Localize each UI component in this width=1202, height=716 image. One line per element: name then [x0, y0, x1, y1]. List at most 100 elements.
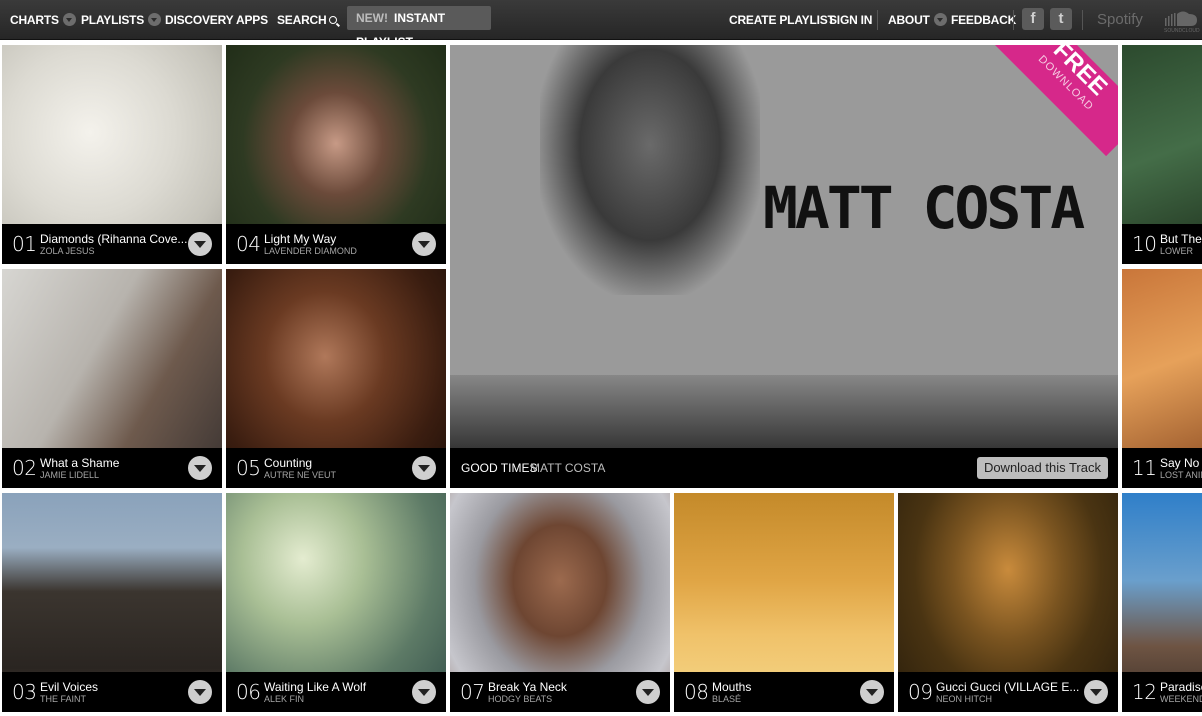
track-tile[interactable]: 05 Counting AUTRE NE VEUT [226, 269, 446, 488]
track-artist[interactable]: JAMIE LIDELL [40, 470, 99, 481]
track-tile[interactable]: 12 Paradise WEEKEND [1122, 493, 1202, 712]
dropdown-arrow-icon[interactable] [860, 680, 884, 704]
chevron-down-icon [62, 13, 76, 27]
track-number: 01 [12, 232, 37, 256]
track-number: 08 [684, 680, 709, 704]
track-tile[interactable]: 10 But Ther LOWER [1122, 45, 1202, 264]
track-number: 09 [908, 680, 933, 704]
track-info-bar: 12 Paradise WEEKEND [1122, 672, 1202, 712]
track-artist[interactable]: ZOLA JESUS [40, 246, 95, 257]
track-artist[interactable]: LAVENDER DIAMOND [264, 246, 357, 257]
track-number: 02 [12, 456, 37, 480]
track-info-bar: 07 Break Ya Neck HODGY BEATS [450, 672, 670, 712]
track-info-bar: 09 Gucci Gucci (VILLAGE E... NEON HITCH [898, 672, 1118, 712]
nav-search[interactable]: SEARCH [277, 0, 338, 40]
track-tile[interactable]: 08 Mouths BLASÉ [674, 493, 894, 712]
track-title[interactable]: Evil Voices [40, 680, 190, 694]
track-artist[interactable]: HODGY BEATS [488, 694, 552, 705]
track-info-bar: 11 Say No T LOST ANIM [1122, 448, 1202, 488]
track-title[interactable]: Break Ya Neck [488, 680, 638, 694]
dropdown-arrow-icon[interactable] [188, 680, 212, 704]
new-badge: NEW! [356, 11, 388, 25]
chevron-down-icon [933, 13, 947, 27]
track-tile[interactable]: 09 Gucci Gucci (VILLAGE E... NEON HITCH [898, 493, 1118, 712]
nav-charts[interactable]: CHARTS [10, 0, 76, 40]
track-title[interactable]: Diamonds (Rihanna Cove... [40, 232, 190, 246]
twitter-icon[interactable]: t [1050, 8, 1072, 30]
track-title[interactable]: Mouths [712, 680, 862, 694]
top-nav-bar: CHARTS PLAYLISTS DISCOVERY APPS SEARCH N… [0, 0, 1202, 49]
track-info-bar: 03 Evil Voices THE FAINT [2, 672, 222, 712]
track-info-bar: 08 Mouths BLASÉ [674, 672, 894, 712]
track-tile[interactable]: 03 Evil Voices THE FAINT [2, 493, 222, 712]
soundcloud-label: SOUNDCLOUD [1164, 28, 1200, 34]
track-artist[interactable]: LOST ANIM [1160, 470, 1202, 481]
instant-playlist-button[interactable]: NEW! INSTANT PLAYLIST [347, 6, 491, 49]
track-number: 07 [460, 680, 485, 704]
nav-charts-label: CHARTS [10, 13, 59, 27]
track-title[interactable]: Waiting Like A Wolf [264, 680, 414, 694]
track-title[interactable]: What a Shame [40, 456, 190, 470]
track-title[interactable]: Paradise [1160, 680, 1202, 694]
nav-divider [877, 10, 878, 30]
dropdown-arrow-icon[interactable] [1084, 680, 1108, 704]
featured-track[interactable]: MATT COSTA FREE DOWNLOAD GOOD TIMES MATT… [450, 45, 1118, 488]
dropdown-arrow-icon[interactable] [188, 456, 212, 480]
track-number: 10 [1132, 232, 1157, 256]
track-artist[interactable]: THE FAINT [40, 694, 86, 705]
dropdown-arrow-icon[interactable] [412, 680, 436, 704]
chevron-down-icon [148, 13, 162, 27]
nav-search-label: SEARCH [277, 13, 327, 27]
spotify-logo[interactable]: Spotify [1097, 8, 1143, 32]
track-info-bar: 05 Counting AUTRE NE VEUT [226, 448, 446, 488]
track-number: 12 [1132, 680, 1157, 704]
track-tile[interactable]: 07 Break Ya Neck HODGY BEATS [450, 493, 670, 712]
track-number: 03 [12, 680, 37, 704]
track-artist[interactable]: BLASÉ [712, 694, 741, 705]
track-artist[interactable]: AUTRE NE VEUT [264, 470, 336, 481]
track-number: 11 [1132, 456, 1157, 480]
dropdown-arrow-icon[interactable] [412, 232, 436, 256]
track-artist[interactable]: ALEK FIN [264, 694, 304, 705]
track-number: 05 [236, 456, 261, 480]
featured-info-bar: GOOD TIMES MATT COSTA Download this Trac… [450, 448, 1118, 488]
free-download-ribbon[interactable]: FREE DOWNLOAD [992, 45, 1118, 157]
search-icon [329, 15, 338, 24]
track-title[interactable]: Light My Way [264, 232, 414, 246]
nav-about[interactable]: ABOUT [888, 0, 947, 40]
dropdown-arrow-icon[interactable] [412, 456, 436, 480]
track-artist[interactable]: NEON HITCH [936, 694, 992, 705]
featured-artist[interactable]: MATT COSTA [530, 461, 605, 475]
nav-divider [1013, 10, 1014, 30]
track-artist[interactable]: LOWER [1160, 246, 1202, 257]
track-info-bar: 01 Diamonds (Rihanna Cove... ZOLA JESUS [2, 224, 222, 264]
dropdown-arrow-icon[interactable] [188, 232, 212, 256]
track-number: 06 [236, 680, 261, 704]
track-tile[interactable]: 04 Light My Way LAVENDER DIAMOND [226, 45, 446, 264]
nav-discovery[interactable]: DISCOVERY [165, 0, 234, 40]
featured-song-title[interactable]: GOOD TIMES [461, 461, 537, 475]
track-number: 04 [236, 232, 261, 256]
facebook-icon[interactable]: f [1022, 8, 1044, 30]
track-title[interactable]: Gucci Gucci (VILLAGE E... [936, 680, 1086, 694]
track-tile[interactable]: 02 What a Shame JAMIE LIDELL [2, 269, 222, 488]
nav-playlists[interactable]: PLAYLISTS [81, 0, 162, 40]
nav-create-playlist[interactable]: CREATE PLAYLIST [729, 0, 835, 40]
featured-photo-shade [540, 45, 760, 295]
download-track-button[interactable]: Download this Track [976, 457, 1108, 479]
track-tile[interactable]: 11 Say No T LOST ANIM [1122, 269, 1202, 488]
track-info-bar: 02 What a Shame JAMIE LIDELL [2, 448, 222, 488]
track-tile[interactable]: 01 Diamonds (Rihanna Cove... ZOLA JESUS [2, 45, 222, 264]
nav-apps[interactable]: APPS [236, 0, 268, 40]
nav-playlists-label: PLAYLISTS [81, 13, 145, 27]
track-title[interactable]: Say No T [1160, 456, 1202, 470]
track-tile[interactable]: 06 Waiting Like A Wolf ALEK FIN [226, 493, 446, 712]
track-title[interactable]: But Ther [1160, 232, 1202, 246]
soundcloud-logo[interactable]: SOUNDCLOUD [1163, 8, 1202, 34]
nav-feedback[interactable]: FEEDBACK [951, 0, 1016, 40]
track-title[interactable]: Counting [264, 456, 414, 470]
dropdown-arrow-icon[interactable] [636, 680, 660, 704]
nav-sign-in[interactable]: SIGN IN [829, 0, 872, 40]
track-info-bar: 10 But Ther LOWER [1122, 224, 1202, 264]
track-artist[interactable]: WEEKEND [1160, 694, 1202, 705]
